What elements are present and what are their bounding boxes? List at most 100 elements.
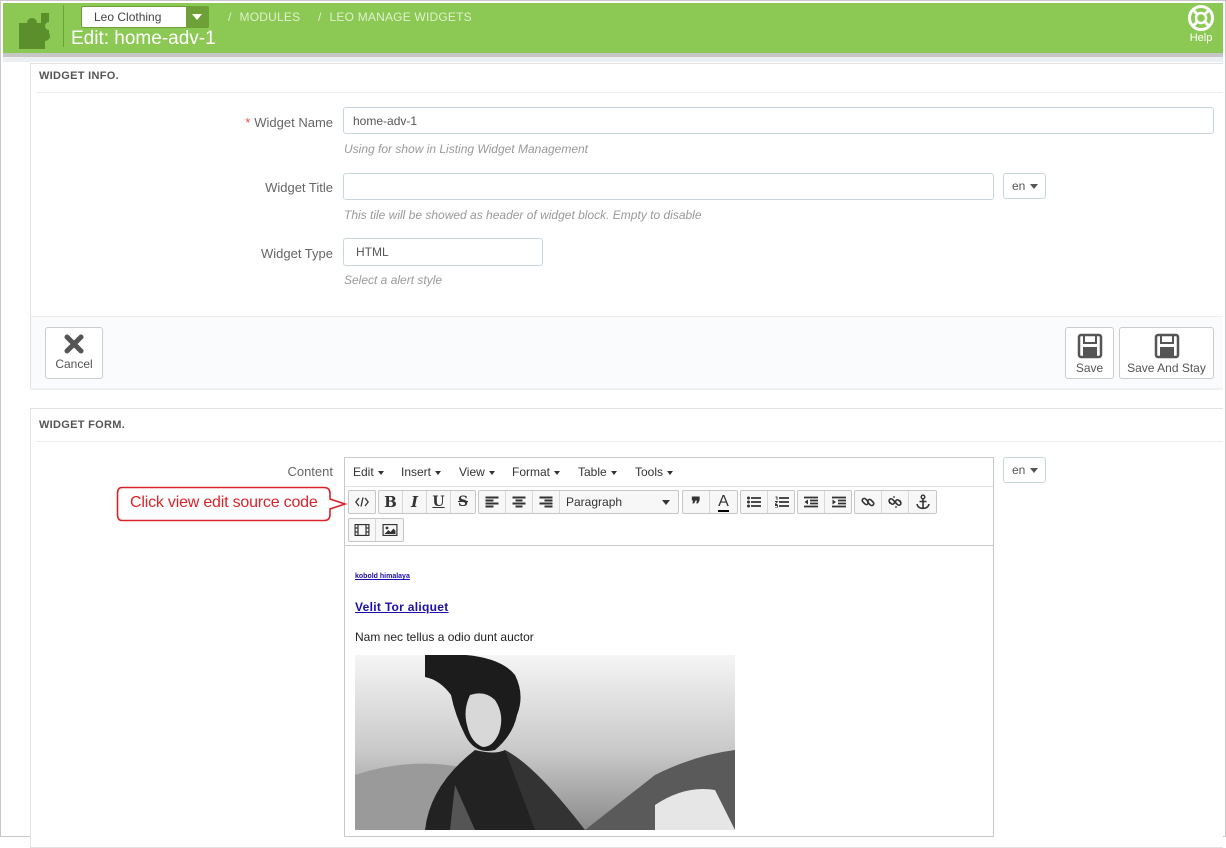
media-button[interactable] [349, 519, 376, 541]
menu-table[interactable]: Table [578, 465, 617, 479]
breadcrumb-label: LEO MANAGE WIDGETS [329, 10, 472, 24]
numbered-list-icon [774, 496, 789, 508]
source-group [348, 490, 376, 514]
panel-footer: Cancel Save Save And Stay [31, 316, 1223, 388]
help-label: Help [1189, 32, 1213, 44]
text-color-icon[interactable]: A [710, 491, 737, 513]
indent-group [797, 490, 852, 514]
caret-down-icon [662, 500, 670, 505]
menu-view[interactable]: View [459, 465, 495, 479]
anchor-button[interactable] [909, 491, 936, 513]
italic-icon[interactable]: I [403, 491, 427, 513]
image-icon [382, 524, 397, 536]
panel-divider [36, 92, 1223, 93]
panel-divider [36, 441, 1223, 442]
save-icon [1154, 333, 1179, 359]
widget-type-select[interactable]: HTML [343, 238, 543, 266]
bold-icon[interactable]: B [379, 491, 403, 513]
indent-icon [831, 496, 846, 508]
save-and-stay-button[interactable]: Save And Stay [1119, 327, 1214, 379]
shop-selector[interactable]: Leo Clothing [81, 6, 209, 28]
save-button[interactable]: Save [1065, 327, 1114, 379]
breadcrumb-label: MODULES [239, 10, 301, 24]
indent-button[interactable] [825, 491, 852, 513]
caret-down-icon [554, 470, 561, 475]
cancel-label: Cancel [55, 357, 93, 371]
source-code-callout: Click view edit source code [116, 486, 348, 522]
block-format-label: Paragraph [566, 495, 623, 509]
content-paragraph: Nam nec tellus a odio dunt auctor [355, 630, 534, 644]
list-group [740, 490, 795, 514]
outdent-icon [804, 496, 818, 508]
editor-content[interactable]: kobold himalaya Velit Tor aliquet Nam ne… [345, 546, 993, 836]
underline-icon[interactable]: U [427, 491, 451, 513]
link-group [854, 490, 937, 514]
help-button[interactable]: Help [1185, 5, 1217, 44]
content-image[interactable] [355, 655, 735, 830]
menu-label: Tools [635, 465, 664, 479]
shop-selector-label: Leo Clothing [94, 10, 162, 24]
quote-color-group: ❞ A [682, 490, 738, 515]
widget-name-label-text: Widget Name [254, 115, 333, 130]
widget-title-label: Widget Title [265, 180, 333, 195]
outdent-button[interactable] [798, 491, 825, 513]
required-mark: * [245, 115, 251, 130]
bullet-list-button[interactable] [741, 491, 768, 513]
content-heading-link[interactable]: Velit Tor aliquet [355, 600, 449, 614]
align-center-button[interactable] [506, 491, 533, 513]
menu-edit[interactable]: Edit [353, 465, 384, 479]
header-divider [63, 5, 64, 47]
source-code-button[interactable] [349, 491, 375, 513]
menu-label: Edit [353, 465, 374, 479]
image-button[interactable] [376, 519, 403, 541]
menu-insert[interactable]: Insert [401, 465, 442, 479]
unlink-icon [888, 496, 902, 508]
chevron-down-icon [186, 7, 208, 27]
widget-form-panel: WIDGET FORM. Content en Edit Insert View… [30, 408, 1223, 848]
menu-tools[interactable]: Tools [635, 465, 674, 479]
language-code: en [1012, 179, 1026, 193]
content-label: Content [287, 464, 333, 479]
align-center-icon [512, 496, 526, 508]
menu-label: View [459, 465, 485, 479]
cancel-button[interactable]: Cancel [45, 327, 103, 379]
caret-down-icon [377, 470, 384, 475]
numbered-list-button[interactable] [768, 491, 795, 513]
align-left-button[interactable] [479, 491, 506, 513]
caret-down-icon [488, 470, 495, 475]
title-language-button[interactable]: en [1003, 173, 1046, 199]
widget-title-help: This tile will be showed as header of wi… [344, 208, 702, 222]
widget-name-input[interactable]: home-adv-1 [343, 107, 1214, 134]
unlink-button[interactable] [882, 491, 909, 513]
menu-label: Format [512, 465, 551, 479]
source-code-icon [355, 497, 369, 507]
content-small-link[interactable]: kobold himalaya [355, 573, 410, 580]
caret-down-icon [1030, 468, 1038, 473]
fashion-photo-image [355, 655, 735, 830]
strikethrough-icon[interactable]: S [451, 491, 475, 513]
text-style-group: B I U S [378, 490, 476, 514]
page-title: Edit: home-adv-1 [71, 28, 216, 49]
block-format-select[interactable]: Paragraph [560, 491, 678, 513]
breadcrumb-item-modules[interactable]: / MODULES [228, 10, 300, 24]
caret-down-icon [610, 470, 617, 475]
breadcrumb-item-widgets[interactable]: / LEO MANAGE WIDGETS [318, 10, 472, 24]
alignment-group: Paragraph [478, 490, 679, 514]
language-code: en [1012, 463, 1026, 477]
link-button[interactable] [855, 491, 882, 513]
blockquote-icon[interactable]: ❞ [683, 491, 710, 515]
header-gap [3, 57, 1223, 62]
editor-menubar: Edit Insert View Format Table Tools [345, 458, 993, 486]
caret-down-icon [667, 470, 674, 475]
menu-format[interactable]: Format [512, 465, 561, 479]
callout-text: Click view edit source code [130, 494, 318, 511]
caret-down-icon [1030, 184, 1038, 189]
widget-type-help: Select a alert style [344, 273, 443, 287]
save-label: Save [1075, 361, 1104, 375]
puzzle-icon [19, 13, 50, 49]
widget-title-input[interactable] [343, 173, 994, 200]
rich-text-editor: Edit Insert View Format Table Tools B I … [344, 457, 994, 837]
save-icon [1077, 333, 1102, 359]
align-right-button[interactable] [533, 491, 560, 513]
content-language-button[interactable]: en [1003, 457, 1046, 483]
